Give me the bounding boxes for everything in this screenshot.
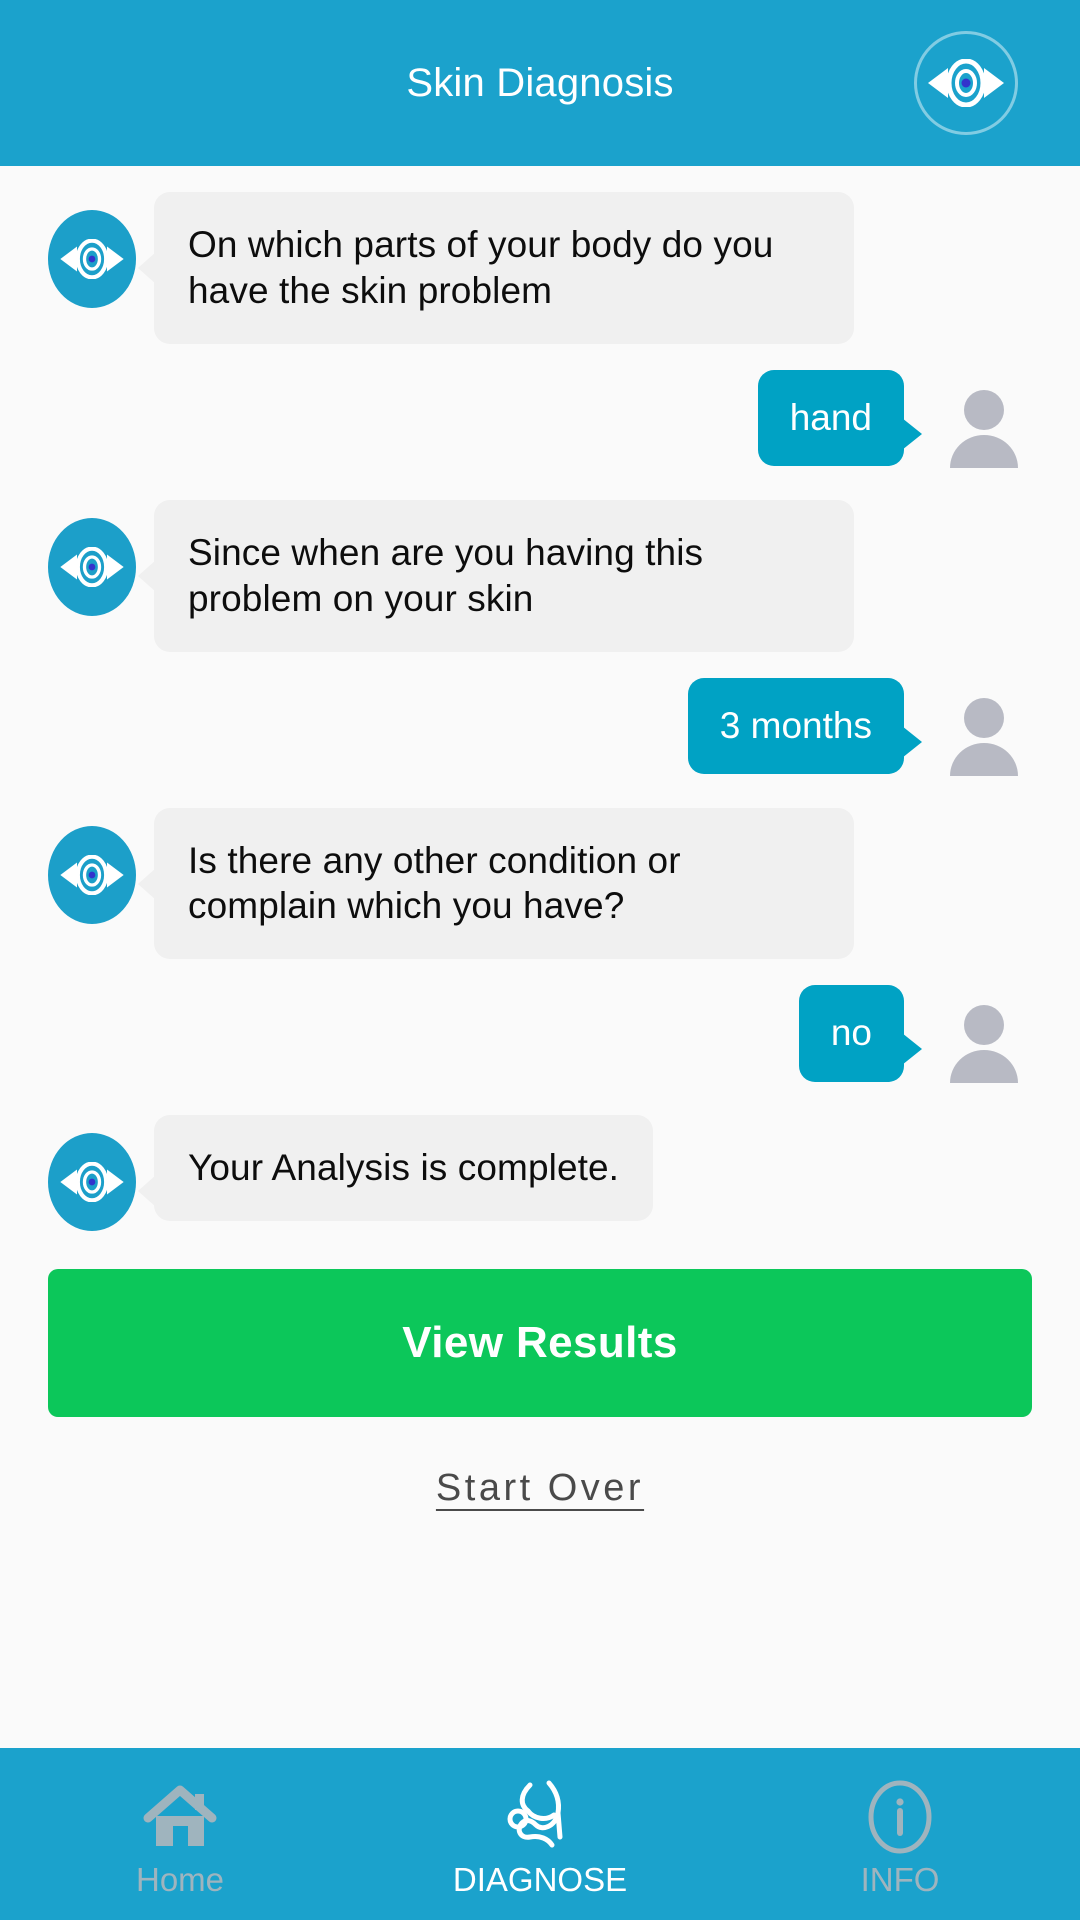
message-text: On which parts of your body do you have … [188, 224, 774, 311]
chat-row-user: 3 months [0, 677, 1080, 782]
bot-message-bubble: On which parts of your body do you have … [138, 192, 854, 344]
nav-label-home: Home [135, 1860, 225, 1898]
message-text: Since when are you having this problem o… [188, 531, 704, 619]
eye-arrows-icon-glyph [928, 59, 1004, 107]
bot-avatar [48, 517, 136, 616]
message-text: hand [789, 396, 872, 438]
chat-row-bot: Your Analysis is complete. [0, 1115, 1080, 1232]
bot-message-bubble: Since when are you having this problem o… [138, 499, 854, 652]
bubble-tail [138, 559, 156, 592]
bubble-tail [902, 417, 922, 450]
start-over-container: Start Over [48, 1467, 1032, 1510]
home-icon-glyph [143, 1785, 217, 1846]
nav-item-info[interactable]: INFO [720, 1773, 1080, 1896]
bot-message-bubble: Your Analysis is complete. [138, 1115, 654, 1222]
person-icon [950, 697, 1018, 776]
message-text: 3 months [719, 704, 872, 746]
user-message-bubble: 3 months [687, 677, 922, 774]
nav-item-diagnose[interactable]: DIAGNOSE [360, 1773, 720, 1896]
nav-item-home[interactable]: Home [0, 1773, 360, 1896]
eye-arrows-icon [60, 546, 124, 587]
nav-label-diagnose: DIAGNOSE [452, 1860, 628, 1898]
user-avatar [936, 991, 1032, 1089]
info-icon-glyph [868, 1780, 932, 1853]
eye-arrows-icon [60, 1162, 124, 1203]
bubble-tail [902, 1033, 922, 1066]
actions-area: View Results Start Over [0, 1269, 1080, 1510]
message-text: Is there any other condition or complain… [188, 839, 681, 927]
start-over-link[interactable]: Start Over [436, 1467, 644, 1510]
bot-avatar [48, 825, 136, 924]
user-message-bubble: hand [757, 369, 922, 467]
eye-arrows-icon [60, 854, 124, 895]
chat-row-bot: Is there any other condition or complain… [0, 807, 1080, 960]
chat-row-user: hand [0, 369, 1080, 474]
chat-row-bot: On which parts of your body do you have … [0, 192, 1080, 344]
app-screen: Skin Diagnosis On which parts of your bo… [0, 0, 1080, 1920]
bubble-tail [902, 725, 922, 758]
user-avatar [936, 376, 1032, 474]
chat-row-bot: Since when are you having this problem o… [0, 499, 1080, 652]
bot-avatar [48, 210, 136, 308]
bubble-tail [138, 1175, 156, 1208]
bubble-tail [138, 867, 156, 900]
bottom-navigation-bar: Home DIAGNOSE INFO [0, 1748, 1080, 1920]
person-icon [950, 389, 1018, 468]
eye-arrows-logo-icon[interactable] [914, 31, 1018, 135]
view-results-button[interactable]: View Results [48, 1269, 1032, 1418]
eye-arrows-icon [60, 239, 124, 279]
user-message-bubble: no [798, 985, 922, 1082]
page-title: Skin Diagnosis [406, 61, 674, 105]
bot-avatar [48, 1133, 136, 1232]
home-icon [143, 1779, 217, 1855]
app-header: Skin Diagnosis [0, 0, 1080, 166]
chat-row-user: no [0, 985, 1080, 1089]
person-icon [950, 1005, 1018, 1084]
user-avatar [936, 684, 1032, 782]
stethoscope-icon [504, 1779, 576, 1855]
nav-label-info: INFO [860, 1860, 940, 1898]
info-circle-icon [865, 1779, 935, 1855]
bubble-tail [138, 252, 156, 284]
message-text: no [830, 1012, 872, 1054]
chat-thread: On which parts of your body do you have … [0, 166, 1080, 1748]
message-text: Your Analysis is complete. [188, 1147, 620, 1189]
bot-message-bubble: Is there any other condition or complain… [138, 807, 854, 960]
stethoscope-icon-glyph [507, 1780, 563, 1847]
